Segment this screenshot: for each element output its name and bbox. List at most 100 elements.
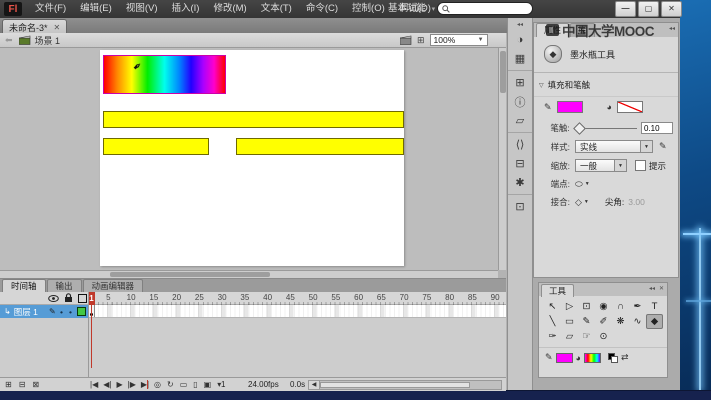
tab-tools[interactable]: 工具	[541, 284, 574, 297]
zoom-tool[interactable]: ⊙	[595, 329, 612, 344]
scale-select[interactable]: 一般 ▼	[575, 159, 627, 172]
transform-panel-icon[interactable]: ▱	[508, 111, 532, 130]
maximize-button[interactable]: ▢	[638, 1, 659, 17]
onion-skin-outlines-button[interactable]: ▯	[191, 378, 199, 391]
playhead[interactable]: 1	[88, 292, 95, 305]
menu-item[interactable]: 视图(V)	[119, 0, 165, 18]
scene-breadcrumb[interactable]: 场景 1	[35, 34, 61, 47]
pencil-tool[interactable]: ✎	[578, 314, 595, 329]
edit-symbols-icon[interactable]: ⊞	[417, 35, 425, 46]
edit-scene-icon[interactable]	[400, 35, 412, 45]
rainbow-gradient-rectangle[interactable]	[103, 55, 226, 94]
layer-name[interactable]: 图层 1	[14, 306, 38, 318]
stage-vertical-scrollbar[interactable]	[498, 48, 506, 270]
align-panel-icon[interactable]: ⊞	[508, 70, 532, 92]
section-fill-and-stroke[interactable]: ▽ 填充和笔触	[534, 73, 678, 97]
collapse-panel-icon[interactable]: ◂◂	[669, 25, 675, 32]
play-button[interactable]: ▶	[114, 378, 124, 391]
frame-ruler[interactable]: 51015202530354045505560657075808590	[89, 292, 506, 305]
close-tab-icon[interactable]: ✕	[54, 23, 61, 32]
eyedropper-tool[interactable]: ✑	[544, 329, 561, 344]
default-colors-button[interactable]	[608, 353, 618, 363]
swatches-panel-icon[interactable]: ▦	[508, 49, 532, 68]
bone-tool[interactable]: ∿	[629, 314, 646, 329]
minimize-button[interactable]: —	[615, 1, 636, 17]
layer-visible-dot[interactable]: •	[60, 307, 63, 317]
ink-bottle-tool[interactable]: ◆	[646, 314, 663, 329]
3d-rotation-tool[interactable]: ◉	[595, 299, 612, 314]
stroke-height-slider[interactable]	[575, 123, 636, 133]
color-panel-icon[interactable]: ◑	[508, 30, 532, 49]
loop-button[interactable]: ↻	[165, 378, 176, 391]
timeline-tab[interactable]: 时间轴	[2, 279, 46, 292]
tab-library[interactable]: 库	[570, 23, 595, 37]
eraser-tool[interactable]: ▱	[561, 329, 578, 344]
rectangle-tool[interactable]: ▭	[561, 314, 578, 329]
frame-rate-value[interactable]: 24.00fps	[248, 380, 279, 389]
menu-item[interactable]: 编辑(E)	[73, 0, 119, 18]
zoom-level-select[interactable]: 100% ▼	[430, 34, 488, 46]
new-layer-button[interactable]: ⊞	[3, 378, 14, 391]
center-frame-button[interactable]: ◎	[152, 378, 163, 391]
lock-icon[interactable]	[64, 293, 73, 303]
go-to-first-frame-button[interactable]: |◀	[88, 378, 100, 391]
step-back-button[interactable]: ◀|	[101, 378, 113, 391]
join-dropdown-icon[interactable]: ▼	[584, 199, 589, 205]
outline-view-icon[interactable]	[78, 294, 87, 303]
hand-tool[interactable]: ☞	[578, 329, 595, 344]
swap-colors-icon[interactable]: ⇄	[621, 352, 629, 363]
workspace-switcher[interactable]: 基本功能 ▾	[388, 0, 435, 19]
hinting-checkbox[interactable]	[635, 160, 646, 171]
project-panel-icon[interactable]: ⊡	[508, 194, 532, 216]
show-hide-eye-icon[interactable]	[48, 294, 59, 303]
close-button[interactable]: ✕	[661, 1, 682, 17]
onion-skin-button[interactable]: ▭	[178, 378, 190, 391]
new-folder-button[interactable]: ⊟	[17, 378, 28, 391]
stroke-style-select[interactable]: 实线 ▼	[575, 140, 653, 153]
brush-tool[interactable]: ✐	[595, 314, 612, 329]
fill-color-swatch[interactable]	[584, 353, 601, 363]
close-panel-icon[interactable]: ✕	[659, 285, 664, 292]
slider-knob[interactable]	[573, 122, 586, 135]
windows-taskbar[interactable]	[0, 390, 711, 400]
text-tool[interactable]: T	[646, 299, 663, 314]
menu-item[interactable]: 文本(T)	[254, 0, 299, 18]
menu-item[interactable]: 文件(F)	[28, 0, 73, 18]
subselection-tool[interactable]: ▷	[561, 299, 578, 314]
deco-tool[interactable]: ❋	[612, 314, 629, 329]
info-panel-icon[interactable]: ⓘ	[508, 92, 532, 111]
scroll-left-arrow[interactable]: ◀	[309, 381, 320, 389]
expand-panels-icon[interactable]: ◂◂	[508, 18, 532, 30]
back-arrow-icon[interactable]: ⬅	[5, 35, 13, 46]
collapse-panel-icon[interactable]: ◂◂	[649, 285, 655, 292]
edit-multiple-frames-button[interactable]: ▣	[202, 378, 214, 391]
layer-row[interactable]: ↳ 图层 1 ✎ • •	[0, 305, 88, 318]
menu-item[interactable]: 命令(C)	[299, 0, 345, 18]
document-tab[interactable]: 未命名-3* ✕	[2, 19, 67, 34]
menu-item[interactable]: 控制(O)	[345, 0, 392, 18]
timeline-tab[interactable]: 输出	[47, 279, 82, 292]
go-to-last-frame-button[interactable]: ▶|	[139, 378, 151, 391]
line-tool[interactable]: ╲	[544, 314, 561, 329]
cap-dropdown-icon[interactable]: ▼	[585, 181, 590, 187]
timeline-tab[interactable]: 动画编辑器	[83, 279, 144, 292]
stage-pasteboard[interactable]: ✒	[0, 48, 498, 270]
frames-row[interactable]	[89, 305, 506, 318]
layer-outline-color-swatch[interactable]	[77, 307, 86, 316]
tab-properties[interactable]: 属性	[536, 23, 569, 37]
yellow-bar-long[interactable]	[103, 111, 404, 128]
timeline-horizontal-scrollbar[interactable]: ◀	[308, 380, 502, 390]
keyframe-cell[interactable]	[89, 305, 95, 317]
stroke-height-input[interactable]	[641, 122, 673, 134]
search-input[interactable]	[450, 3, 532, 15]
code-snippets-panel-icon[interactable]: ⟨⟩	[508, 132, 532, 154]
layer-lock-dot[interactable]: •	[69, 307, 72, 317]
stage-horizontal-scrollbar[interactable]	[0, 270, 498, 278]
stroke-color-swatch[interactable]	[557, 101, 583, 113]
scrollbar-thumb[interactable]	[320, 382, 470, 388]
step-forward-button[interactable]: |▶	[126, 378, 138, 391]
menu-item[interactable]: 插入(I)	[164, 0, 206, 18]
selection-tool[interactable]: ↖	[544, 299, 561, 314]
yellow-bar-left[interactable]	[103, 138, 209, 155]
components-panel-icon[interactable]: ⊟	[508, 154, 532, 173]
